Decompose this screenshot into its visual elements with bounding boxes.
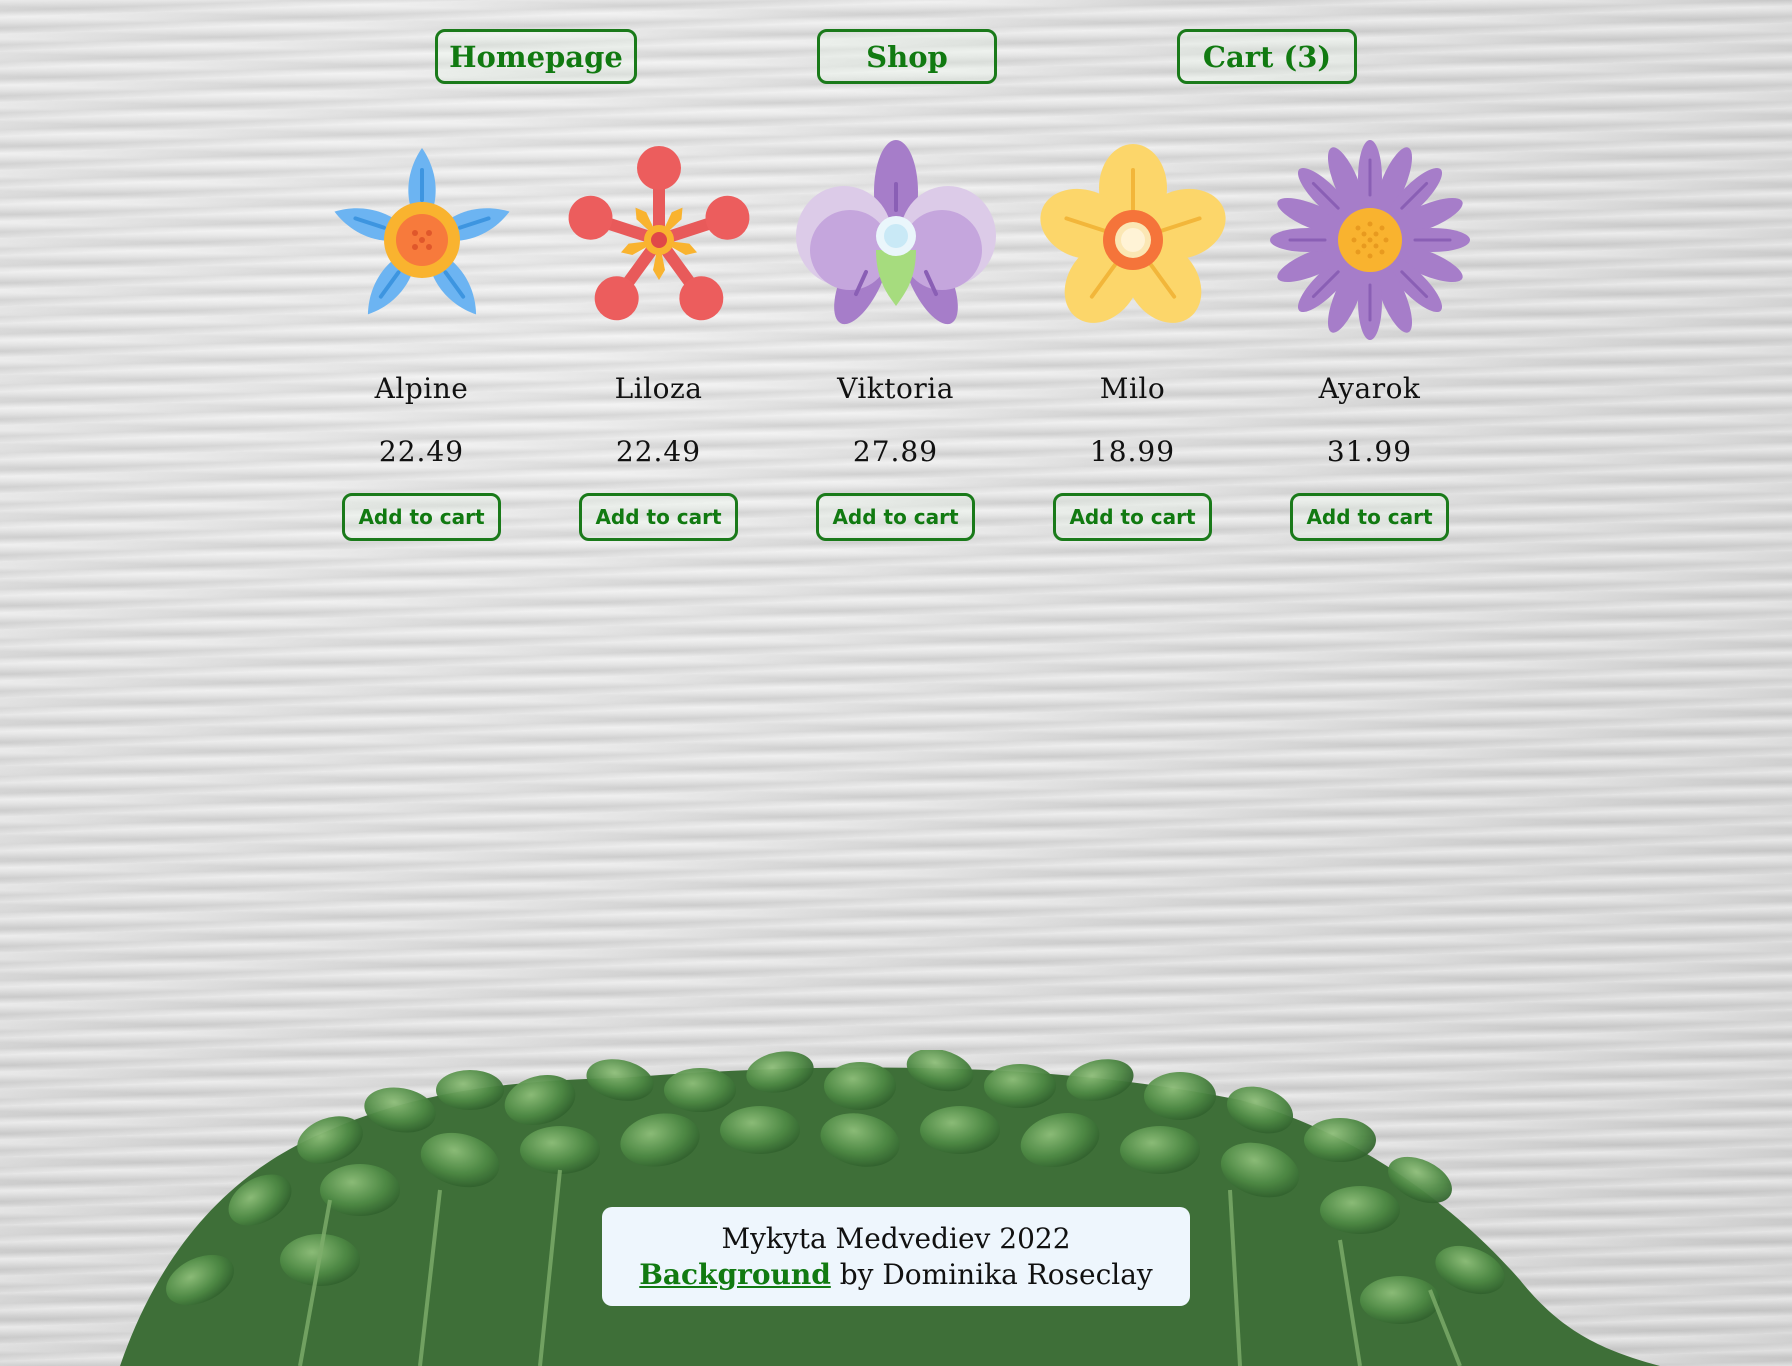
add-to-cart-button[interactable]: Add to cart (1053, 493, 1212, 541)
product-card: Viktoria 27.89 Add to cart (777, 140, 1014, 541)
product-card: Liloza 22.49 Add to cart (540, 140, 777, 541)
product-name: Alpine (374, 372, 469, 405)
homepage-button[interactable]: Homepage (435, 29, 637, 84)
red-flower-icon (568, 146, 749, 321)
footer-credit-line: Background by Dominika Roseclay (639, 1257, 1153, 1293)
product-price: 31.99 (1326, 435, 1413, 468)
product-card: Alpine 22.49 Add to cart (303, 140, 540, 541)
background-link[interactable]: Background (639, 1258, 831, 1291)
yellow-flower-icon (1039, 144, 1226, 323)
blue-flower-icon (334, 148, 509, 315)
footer-credits: Mykyta Medvediev 2022 Background by Domi… (602, 1207, 1190, 1306)
product-price: 22.49 (378, 435, 465, 468)
product-name: Ayarok (1318, 372, 1421, 405)
product-price: 22.49 (615, 435, 702, 468)
cart-button[interactable]: Cart (3) (1177, 29, 1357, 84)
product-name: Milo (1099, 372, 1166, 405)
add-to-cart-button[interactable]: Add to cart (1290, 493, 1449, 541)
add-to-cart-button[interactable]: Add to cart (342, 493, 501, 541)
top-navigation: Homepage Shop Cart (3) (0, 29, 1792, 85)
purple-orchid-icon (795, 140, 996, 325)
product-price: 18.99 (1089, 435, 1176, 468)
add-to-cart-button[interactable]: Add to cart (816, 493, 975, 541)
product-name: Liloza (614, 372, 703, 405)
purple-daisy-icon (1269, 140, 1470, 340)
product-card: Ayarok 31.99 Add to cart (1251, 140, 1488, 541)
shop-button[interactable]: Shop (817, 29, 997, 84)
product-name: Viktoria (837, 372, 954, 405)
product-card: Milo 18.99 Add to cart (1014, 140, 1251, 541)
footer-author: Mykyta Medvediev 2022 (721, 1221, 1071, 1255)
product-price: 27.89 (852, 435, 939, 468)
footer-credit-text: by Dominika Roseclay (839, 1257, 1153, 1291)
add-to-cart-button[interactable]: Add to cart (579, 493, 738, 541)
